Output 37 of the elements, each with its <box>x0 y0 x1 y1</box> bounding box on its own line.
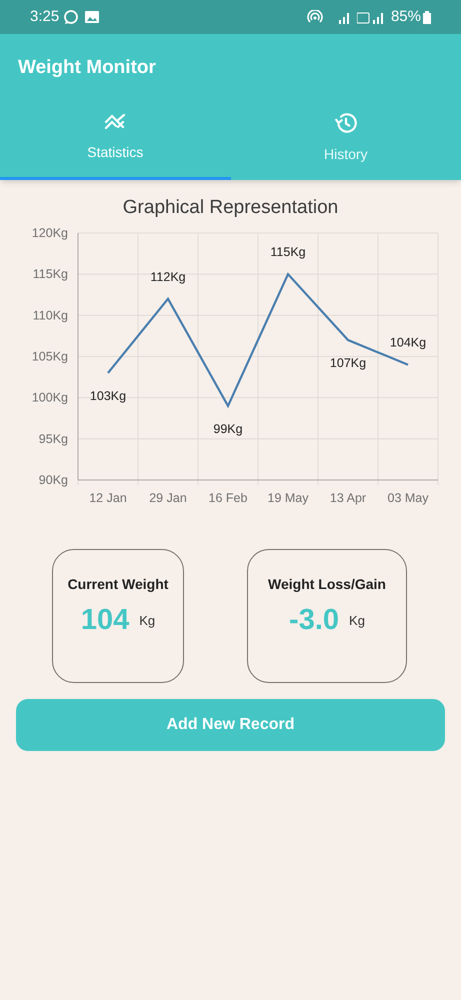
y-tick-label: 115Kg <box>32 266 68 281</box>
y-tick-label: 110Kg <box>32 308 68 322</box>
unit-label: Kg <box>139 612 156 630</box>
x-tick-label: 16 Feb <box>208 490 248 504</box>
card-title: Current Weight <box>68 574 168 594</box>
tab[interactable]: Statistics <box>0 104 230 180</box>
data-label: 99Kg <box>213 421 243 436</box>
battery-percentage: 85% <box>390 6 421 27</box>
card-value: 104 <box>80 602 130 638</box>
x-tick-label: 19 May <box>268 490 308 504</box>
data-label: 115Kg <box>270 244 306 259</box>
data-label: 107Kg <box>330 356 366 370</box>
image-icon <box>85 11 100 23</box>
battery-icon <box>423 10 431 24</box>
y-tick-label: 90Kg <box>38 472 68 486</box>
hotspot-icon <box>306 10 323 24</box>
y-tick-label: 100Kg <box>32 390 68 404</box>
x-tick-label: 12 Jan <box>89 490 127 504</box>
tab[interactable]: History <box>230 104 461 180</box>
card-title: Weight Loss/Gain <box>268 574 386 594</box>
data-label: 112Kg <box>150 269 186 284</box>
status-time: 3:25 <box>30 6 60 27</box>
chart-title: Graphical Representation <box>122 196 338 220</box>
data-label: 103Kg <box>90 388 126 402</box>
x-tick-label: 29 Jan <box>149 490 187 504</box>
x-tick-label: 13 Apr <box>330 490 366 504</box>
data-label: 104Kg <box>390 335 426 350</box>
y-tick-label: 95Kg <box>38 431 68 446</box>
chat-icon <box>63 9 80 25</box>
y-tick-label: 120Kg <box>32 226 68 240</box>
x-tick-label: 03 May <box>388 490 428 504</box>
card-value: -3.0 <box>289 602 340 638</box>
app-title: Weight Monitor <box>17 56 157 80</box>
y-tick-label: 105Kg <box>32 349 68 363</box>
history-icon <box>332 110 359 136</box>
unit-label: Kg <box>349 612 365 630</box>
add-record-button[interactable]: Add New Record <box>16 698 445 750</box>
